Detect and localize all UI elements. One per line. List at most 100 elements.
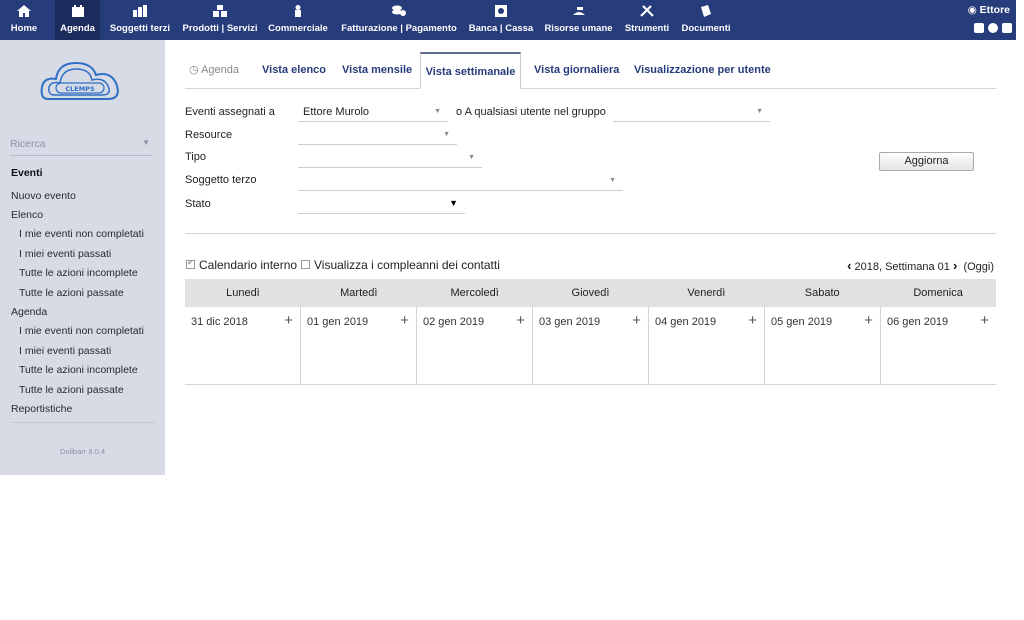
day-cell[interactable]: 06 gen 2019 + (881, 307, 996, 384)
sidebar-item-list-my-incomplete[interactable]: I mie eventi non completati (19, 228, 144, 240)
day-cell[interactable]: 04 gen 2019 + (649, 307, 765, 384)
products-icon (213, 5, 227, 17)
logout-icon[interactable] (1002, 23, 1012, 33)
week-calendar: Lunedì Martedì Mercoledì Giovedì Venerdì… (185, 279, 996, 385)
topmenu-products-label: Prodotti | Servizi (182, 23, 258, 34)
tab-list-view[interactable]: Vista elenco (262, 52, 326, 89)
topmenu-commercial-label: Commerciale (268, 23, 328, 34)
day-cell[interactable]: 03 gen 2019 + (533, 307, 649, 384)
help-icon[interactable] (988, 23, 998, 33)
day-date[interactable]: 03 gen 2019 (539, 316, 600, 328)
assigned-user-select[interactable]: Ettore Murolo ▼ (298, 104, 448, 122)
topmenu-documents[interactable]: Documenti (678, 0, 734, 40)
topmenu-third-parties[interactable]: Soggetti terzi (106, 0, 174, 40)
next-week-icon[interactable]: › (953, 258, 957, 273)
topmenu-tools[interactable]: Strumenti (622, 0, 672, 40)
sidebar-item-reports[interactable]: Reportistiche (11, 403, 72, 415)
sidebar-item-list-all-past[interactable]: Tutte le azioni passate (19, 287, 124, 299)
add-event-icon[interactable]: + (284, 312, 293, 329)
refresh-button[interactable]: Aggiorna (879, 152, 974, 171)
topmenu-products[interactable]: Prodotti | Servizi (180, 0, 260, 40)
topmenu-billing-label: Fatturazione | Pagamento (341, 23, 457, 34)
status-select[interactable]: ▼ (298, 196, 465, 214)
add-event-icon[interactable]: + (516, 312, 525, 329)
day-date[interactable]: 02 gen 2019 (423, 316, 484, 328)
topmenu-hr-label: Risorse umane (544, 23, 613, 34)
topmenu-tools-label: Strumenti (624, 23, 670, 34)
documents-icon (701, 5, 711, 17)
day-cell[interactable]: 01 gen 2019 + (301, 307, 417, 384)
sidebar-item-agenda-all-incomplete[interactable]: Tutte le azioni incomplete (19, 364, 138, 376)
topmenu-bank[interactable]: Banca | Cassa (466, 0, 536, 40)
type-select[interactable]: ▼ (298, 150, 482, 168)
chevron-down-icon: ▼ (443, 131, 450, 138)
tab-agenda-home[interactable]: ◷ Agenda (189, 52, 239, 89)
topmenu-commercial[interactable]: Commerciale (265, 0, 331, 40)
day-date[interactable]: 31 dic 2018 (191, 316, 248, 328)
day-date[interactable]: 04 gen 2019 (655, 316, 716, 328)
assigned-to-label: Eventi assegnati a (185, 106, 275, 118)
sidebar-item-new-event[interactable]: Nuovo evento (11, 190, 76, 202)
topmenu-agenda[interactable]: Agenda (55, 0, 100, 40)
birthdays-label: Visualizza i compleanni dei contatti (314, 258, 500, 272)
add-event-icon[interactable]: + (400, 312, 409, 329)
version-label: Dolibarr 8.0.4 (59, 447, 106, 456)
sidebar-item-list-my-past[interactable]: I miei eventi passati (19, 248, 111, 260)
topmenu-third-parties-label: Soggetti terzi (109, 23, 171, 34)
svg-text:CLEMPS: CLEMPS (65, 85, 95, 93)
day-header-tuesday: Martedì (340, 287, 378, 299)
day-cell[interactable]: 31 dic 2018 + (185, 307, 301, 384)
tab-month-view[interactable]: Vista mensile (342, 52, 412, 89)
tab-per-user-view[interactable]: Visualizzazione per utente (634, 52, 771, 89)
hr-icon (572, 7, 585, 15)
third-party-select[interactable]: ▼ (298, 173, 623, 191)
sidebar-item-agenda[interactable]: Agenda (11, 306, 47, 318)
topmenu-hr[interactable]: Risorse umane (541, 0, 616, 40)
topmenu-home-label: Home (10, 23, 38, 34)
topmenu-billing[interactable]: Fatturazione | Pagamento (338, 0, 460, 40)
add-event-icon[interactable]: + (864, 312, 873, 329)
billing-icon (392, 5, 406, 16)
sidebar-item-agenda-my-past[interactable]: I miei eventi passati (19, 345, 111, 357)
topmenu-home[interactable]: Home (4, 0, 44, 40)
day-header-saturday: Sabato (804, 287, 840, 299)
add-event-icon[interactable]: + (748, 312, 757, 329)
sidebar-item-list[interactable]: Elenco (11, 209, 43, 221)
topmenu-bank-label: Banca | Cassa (468, 23, 534, 34)
assigned-user-value: Ettore Murolo (303, 106, 370, 118)
user-group-select[interactable]: ▼ (613, 104, 770, 122)
add-event-icon[interactable]: + (632, 312, 641, 329)
sidebar-item-list-all-incomplete[interactable]: Tutte le azioni incomplete (19, 267, 138, 279)
tools-icon (640, 5, 654, 17)
sidebar-item-agenda-my-incomplete[interactable]: I mie eventi non completati (19, 325, 144, 337)
search-select[interactable]: Ricerca ▼ (10, 136, 152, 156)
day-cell[interactable]: 05 gen 2019 + (765, 307, 881, 384)
today-link[interactable]: (Oggi) (963, 261, 994, 273)
day-header-thursday: Giovedì (571, 287, 610, 299)
home-icon (17, 5, 31, 17)
week-label: 2018, Settimana 01 (854, 261, 950, 273)
user-tools (974, 23, 1012, 33)
resource-select[interactable]: ▼ (298, 127, 457, 145)
chevron-down-icon: ▼ (468, 154, 475, 161)
previous-week-icon[interactable]: ‹ (847, 258, 851, 273)
user-menu[interactable]: ◉ Ettore (968, 4, 1010, 16)
day-date[interactable]: 05 gen 2019 (771, 316, 832, 328)
birthdays-checkbox[interactable] (301, 260, 310, 269)
caret-down-icon: ▼ (449, 198, 458, 208)
user-name: Ettore (979, 4, 1010, 16)
sidebar-item-events[interactable]: Eventi (11, 167, 43, 179)
day-cell[interactable]: 02 gen 2019 + (417, 307, 533, 384)
print-icon[interactable] (974, 23, 984, 33)
week-navigation: ‹ 2018, Settimana 01 › (Oggi) (847, 258, 994, 273)
sidebar-divider (10, 422, 155, 423)
add-event-icon[interactable]: + (980, 312, 989, 329)
chevron-down-icon: ▼ (756, 108, 763, 115)
day-date[interactable]: 01 gen 2019 (307, 316, 368, 328)
sidebar-item-agenda-all-past[interactable]: Tutte le azioni passate (19, 384, 124, 396)
internal-calendar-checkbox[interactable] (186, 258, 195, 269)
day-date[interactable]: 06 gen 2019 (887, 316, 948, 328)
tab-day-view[interactable]: Vista giornaliera (534, 52, 619, 89)
tab-week-view[interactable]: Vista settimanale (420, 52, 521, 89)
status-label: Stato (185, 198, 211, 210)
